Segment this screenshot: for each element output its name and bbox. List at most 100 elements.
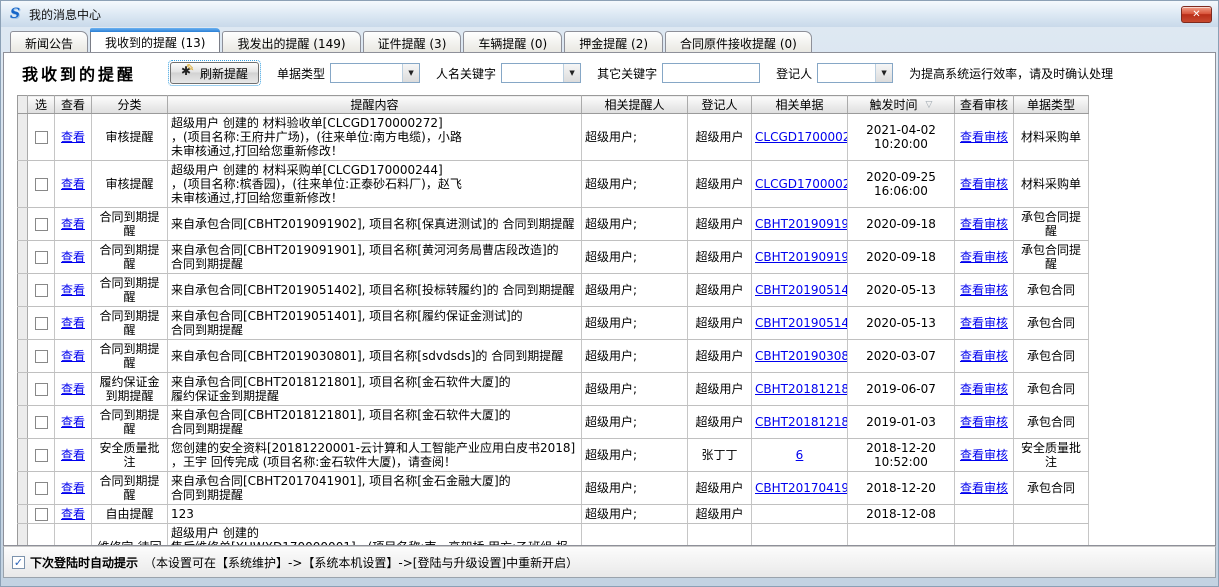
col-doc-type[interactable]: 单据类型 [1014,96,1089,114]
person-keyword-combo[interactable]: ▼ [501,63,581,83]
row-checkbox[interactable] [35,131,48,144]
view-link[interactable]: 查看 [61,177,85,191]
content-cell: 来自承包合同[CBHT2019030801], 项目名称[sdvdsds]的 合… [168,340,582,373]
col-related-doc[interactable]: 相关单据 [752,96,848,114]
view-cell: 查看 [55,161,92,208]
tab-contract-original[interactable]: 合同原件接收提醒 (0) [665,31,812,52]
row-checkbox[interactable] [35,218,48,231]
content-cell: 123 [168,505,582,524]
view-link[interactable]: 查看 [61,316,85,330]
row-checkbox[interactable] [35,383,48,396]
category-cell: 合同到期提醒 [92,241,168,274]
row-checkbox[interactable] [35,284,48,297]
view-audit-link[interactable]: 查看审核 [960,177,1008,191]
close-button[interactable]: ✕ [1181,6,1212,23]
col-content[interactable]: 提醒内容 [168,96,582,114]
tab-received[interactable]: 我收到的提醒 (13) [90,28,220,52]
col-view[interactable]: 查看 [55,96,92,114]
select-cell [28,161,55,208]
view-link[interactable]: 查看 [61,217,85,231]
related-doc-cell: CLCGD170000272 [752,114,848,161]
doc-link[interactable]: CBHT2017041901 [755,481,848,495]
view-link[interactable]: 查看 [61,250,85,264]
doc-link[interactable]: CLCGD170000244 [755,177,848,191]
chevron-down-icon[interactable]: ▼ [875,64,892,82]
col-view-audit[interactable]: 查看审核 [955,96,1014,114]
doc-link[interactable]: 6 [796,448,804,462]
col-category[interactable]: 分类 [92,96,168,114]
view-audit-link[interactable]: 查看审核 [960,217,1008,231]
chevron-down-icon[interactable]: ▼ [563,64,580,82]
view-link[interactable]: 查看 [61,481,85,495]
col-reminder-person[interactable]: 相关提醒人 [582,96,688,114]
view-link[interactable]: 查看 [61,507,85,521]
view-audit-link[interactable]: 查看审核 [960,130,1008,144]
auto-prompt-checkbox[interactable]: ✓ [12,556,25,569]
view-audit-link[interactable]: 查看审核 [960,250,1008,264]
view-audit-link[interactable]: 查看审核 [960,283,1008,297]
doc-link[interactable]: CBHT2019091902 [755,217,848,231]
tab-news[interactable]: 新闻公告 [10,31,88,52]
doc-link[interactable]: CLCGD170000272 [755,130,848,144]
col-registrant[interactable]: 登记人 [688,96,752,114]
reminder-person-cell: 超级用户; [582,161,688,208]
view-link[interactable]: 查看 [61,349,85,363]
view-audit-link[interactable]: 查看审核 [960,382,1008,396]
doc-link[interactable]: CBHT2019051402 [755,283,848,297]
doc-link[interactable]: CBHT2019091901 [755,250,848,264]
registrant-combo[interactable]: ▼ [817,63,893,83]
row-checkbox[interactable] [35,416,48,429]
col-trigger-time[interactable]: 触发时间▽ [848,96,955,114]
view-audit-link[interactable]: 查看审核 [960,349,1008,363]
tab-certificate[interactable]: 证件提醒 (3) [363,31,462,52]
registrant-cell: 超级用户 [688,307,752,340]
refresh-icon: ✱ ✎ [181,66,195,80]
row-indicator [18,114,28,161]
row-checkbox[interactable] [35,251,48,264]
view-audit-link[interactable]: 查看审核 [960,316,1008,330]
view-audit-cell: 查看审核 [955,524,1014,547]
other-keyword-input[interactable] [662,63,760,83]
view-link[interactable]: 查看 [61,415,85,429]
registrant-cell: 超级用户 [688,406,752,439]
table-row: 查看安全质量批注您创建的安全资料[20181220001-云计算和人工智能产业应… [18,439,1089,472]
table-row: 查看履约保证金到期提醒来自承包合同[CBHT2018121801], 项目名称[… [18,373,1089,406]
trigger-time-cell: 2018-12-20 [848,472,955,505]
view-link[interactable]: 查看 [61,283,85,297]
view-link[interactable]: 查看 [61,448,85,462]
row-checkbox[interactable] [35,317,48,330]
related-doc-cell: CBHT2019030801 [752,340,848,373]
chevron-down-icon[interactable]: ▼ [402,64,419,82]
doc-type-cell: 材料采购单 [1014,114,1089,161]
doc-link[interactable]: CBHT2018121801 [755,382,848,396]
trigger-time-cell: 2020-09-25 16:06:00 [848,161,955,208]
refresh-reminders-button[interactable]: ✱ ✎ 刷新提醒 [170,62,259,84]
row-checkbox[interactable] [35,508,48,521]
tab-deposit[interactable]: 押金提醒 (2) [564,31,663,52]
row-checkbox[interactable] [35,482,48,495]
doc-link[interactable]: CBHT2019030801 [755,349,848,363]
window-title: 我的消息中心 [29,6,101,23]
row-checkbox[interactable] [35,449,48,462]
view-audit-link[interactable]: 查看审核 [960,448,1008,462]
select-cell [28,439,55,472]
view-audit-link[interactable]: 查看审核 [960,481,1008,495]
select-cell [28,406,55,439]
registrant-cell: 超级用户 [688,208,752,241]
select-cell [28,241,55,274]
doc-type-combo[interactable]: ▼ [330,63,420,83]
sort-descending-icon[interactable]: ▽ [926,100,933,110]
row-checkbox[interactable] [35,178,48,191]
tab-sent[interactable]: 我发出的提醒 (149) [222,31,360,52]
doc-link[interactable]: CBHT2018121801 [755,415,848,429]
tab-vehicle[interactable]: 车辆提醒 (0) [463,31,562,52]
view-audit-link[interactable]: 查看审核 [960,415,1008,429]
row-checkbox[interactable] [35,350,48,363]
view-link[interactable]: 查看 [61,130,85,144]
registrant-cell: 超级用户 [688,340,752,373]
view-link[interactable]: 查看 [61,382,85,396]
doc-link[interactable]: CBHT2019051401 [755,316,848,330]
select-cell [28,340,55,373]
doc-type-cell: 承包合同 [1014,406,1089,439]
col-select[interactable]: 选 [28,96,55,114]
